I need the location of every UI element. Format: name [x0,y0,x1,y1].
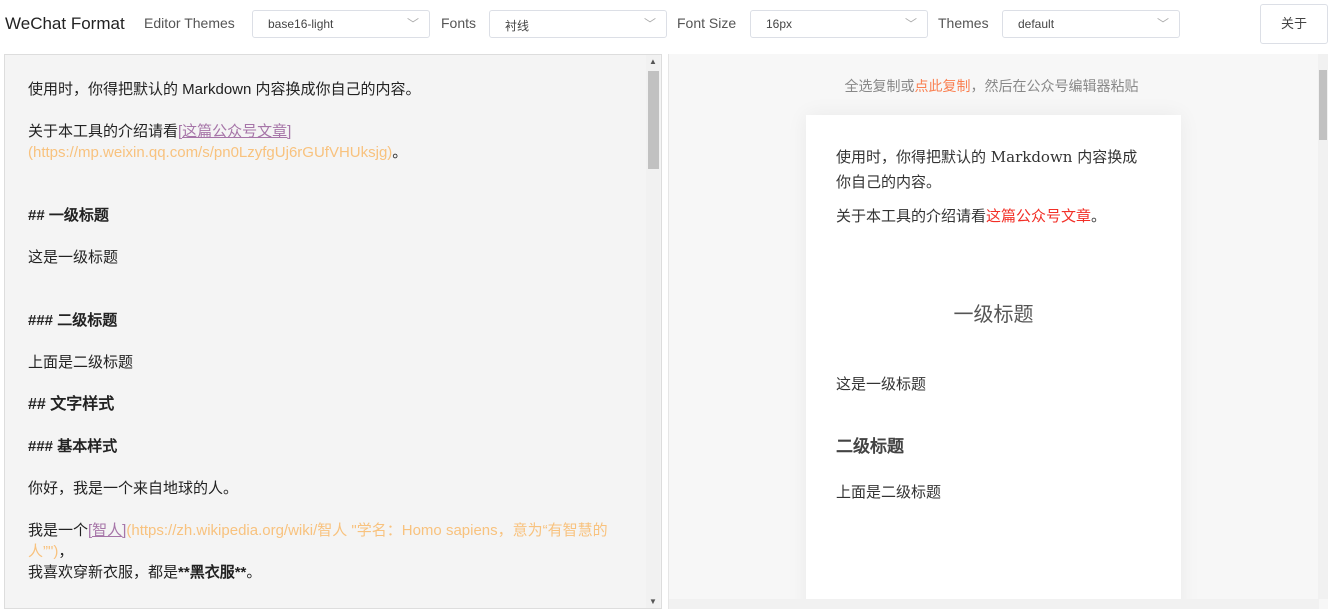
font-select[interactable]: 衬线 ﹀ [489,10,667,38]
themes-label: Themes [938,15,989,31]
chevron-down-icon: ﹀ [643,17,656,31]
scrollbar-thumb[interactable] [648,71,659,169]
editor-line: 你好，我是一个来自地球的人。 [28,480,239,497]
preview-article: 使用时，你得把默认的 Markdown 内容换成你自己的内容。 关于本工具的介绍… [806,115,1181,609]
scrollbar-thumb[interactable] [1319,70,1327,140]
preview-paragraph: 关于本工具的介绍请看这篇公众号文章。 [836,207,1107,225]
editor-theme-select[interactable]: base16-light ﹀ [252,10,430,38]
preview-paragraph: 使用时，你得把默认的 Markdown 内容换成你自己的内容。 [836,148,1138,191]
preview-horizontal-scrollbar[interactable] [669,599,1319,609]
preview-heading-1: 一级标题 [953,302,1034,326]
editor-line: ### 基本样式 [28,438,118,455]
editor-line: ### 二级标题 [28,312,118,329]
toolbar: WeChat Format Editor Themes base16-light… [0,0,1328,50]
scroll-up-icon[interactable]: ▲ [649,57,657,66]
scroll-down-icon[interactable]: ▼ [649,597,657,606]
article-link[interactable]: 这篇公众号文章 [986,207,1091,225]
editor-line: ## 一级标题 [28,207,109,224]
copy-tip: 全选复制或点此复制，然后在公众号编辑器粘贴 [844,78,1139,94]
editor-line: 这是一级标题 [28,249,119,266]
theme-value: default [1018,17,1055,31]
markdown-editor[interactable]: 使用时，你得把默认的 Markdown 内容换成你自己的内容。 关于本工具的介绍… [4,54,662,609]
fonts-label: Fonts [441,15,477,31]
preview-heading-2: 二级标题 [836,437,904,457]
theme-select[interactable]: default ﹀ [1002,10,1180,38]
editor-theme-value: base16-light [268,17,334,31]
font-size-value: 16px [766,17,793,31]
preview-scrollbar[interactable] [1318,54,1328,599]
editor-themes-label: Editor Themes [144,15,235,31]
font-size-label: Font Size [677,15,737,31]
editor-content[interactable]: 使用时，你得把默认的 Markdown 内容换成你自己的内容。 关于本工具的介绍… [28,79,628,583]
editor-line: 关于本工具的介绍请看[这篇公众号文章] (https://mp.weixin.qq… [28,123,408,161]
chevron-down-icon: ﹀ [1156,17,1169,31]
preview-paragraph: 上面是二级标题 [836,483,942,501]
copy-link[interactable]: 点此复制 [915,78,971,94]
editor-scrollbar[interactable]: ▲ ▼ [646,55,660,608]
editor-line: 我是一个[智人](https://zh.wikipedia.org/wiki/智… [28,522,608,560]
app-title: WeChat Format [5,14,125,33]
font-value: 衬线 [505,19,530,33]
editor-line: 上面是二级标题 [28,354,134,371]
preview-pane: 全选复制或点此复制，然后在公众号编辑器粘贴 使用时，你得把默认的 Markdow… [668,54,1328,609]
preview-paragraph: 这是一级标题 [836,375,927,393]
editor-line: 使用时，你得把默认的 Markdown 内容换成你自己的内容。 [28,81,421,98]
about-button[interactable]: 关于 [1260,4,1328,44]
font-size-select[interactable]: 16px ﹀ [750,10,928,38]
editor-line: 我喜欢穿新衣服，都是**黑衣服**。 [28,564,262,581]
editor-line: ## 文字样式 [28,396,115,413]
chevron-down-icon: ﹀ [406,17,419,31]
chevron-down-icon: ﹀ [904,17,917,31]
